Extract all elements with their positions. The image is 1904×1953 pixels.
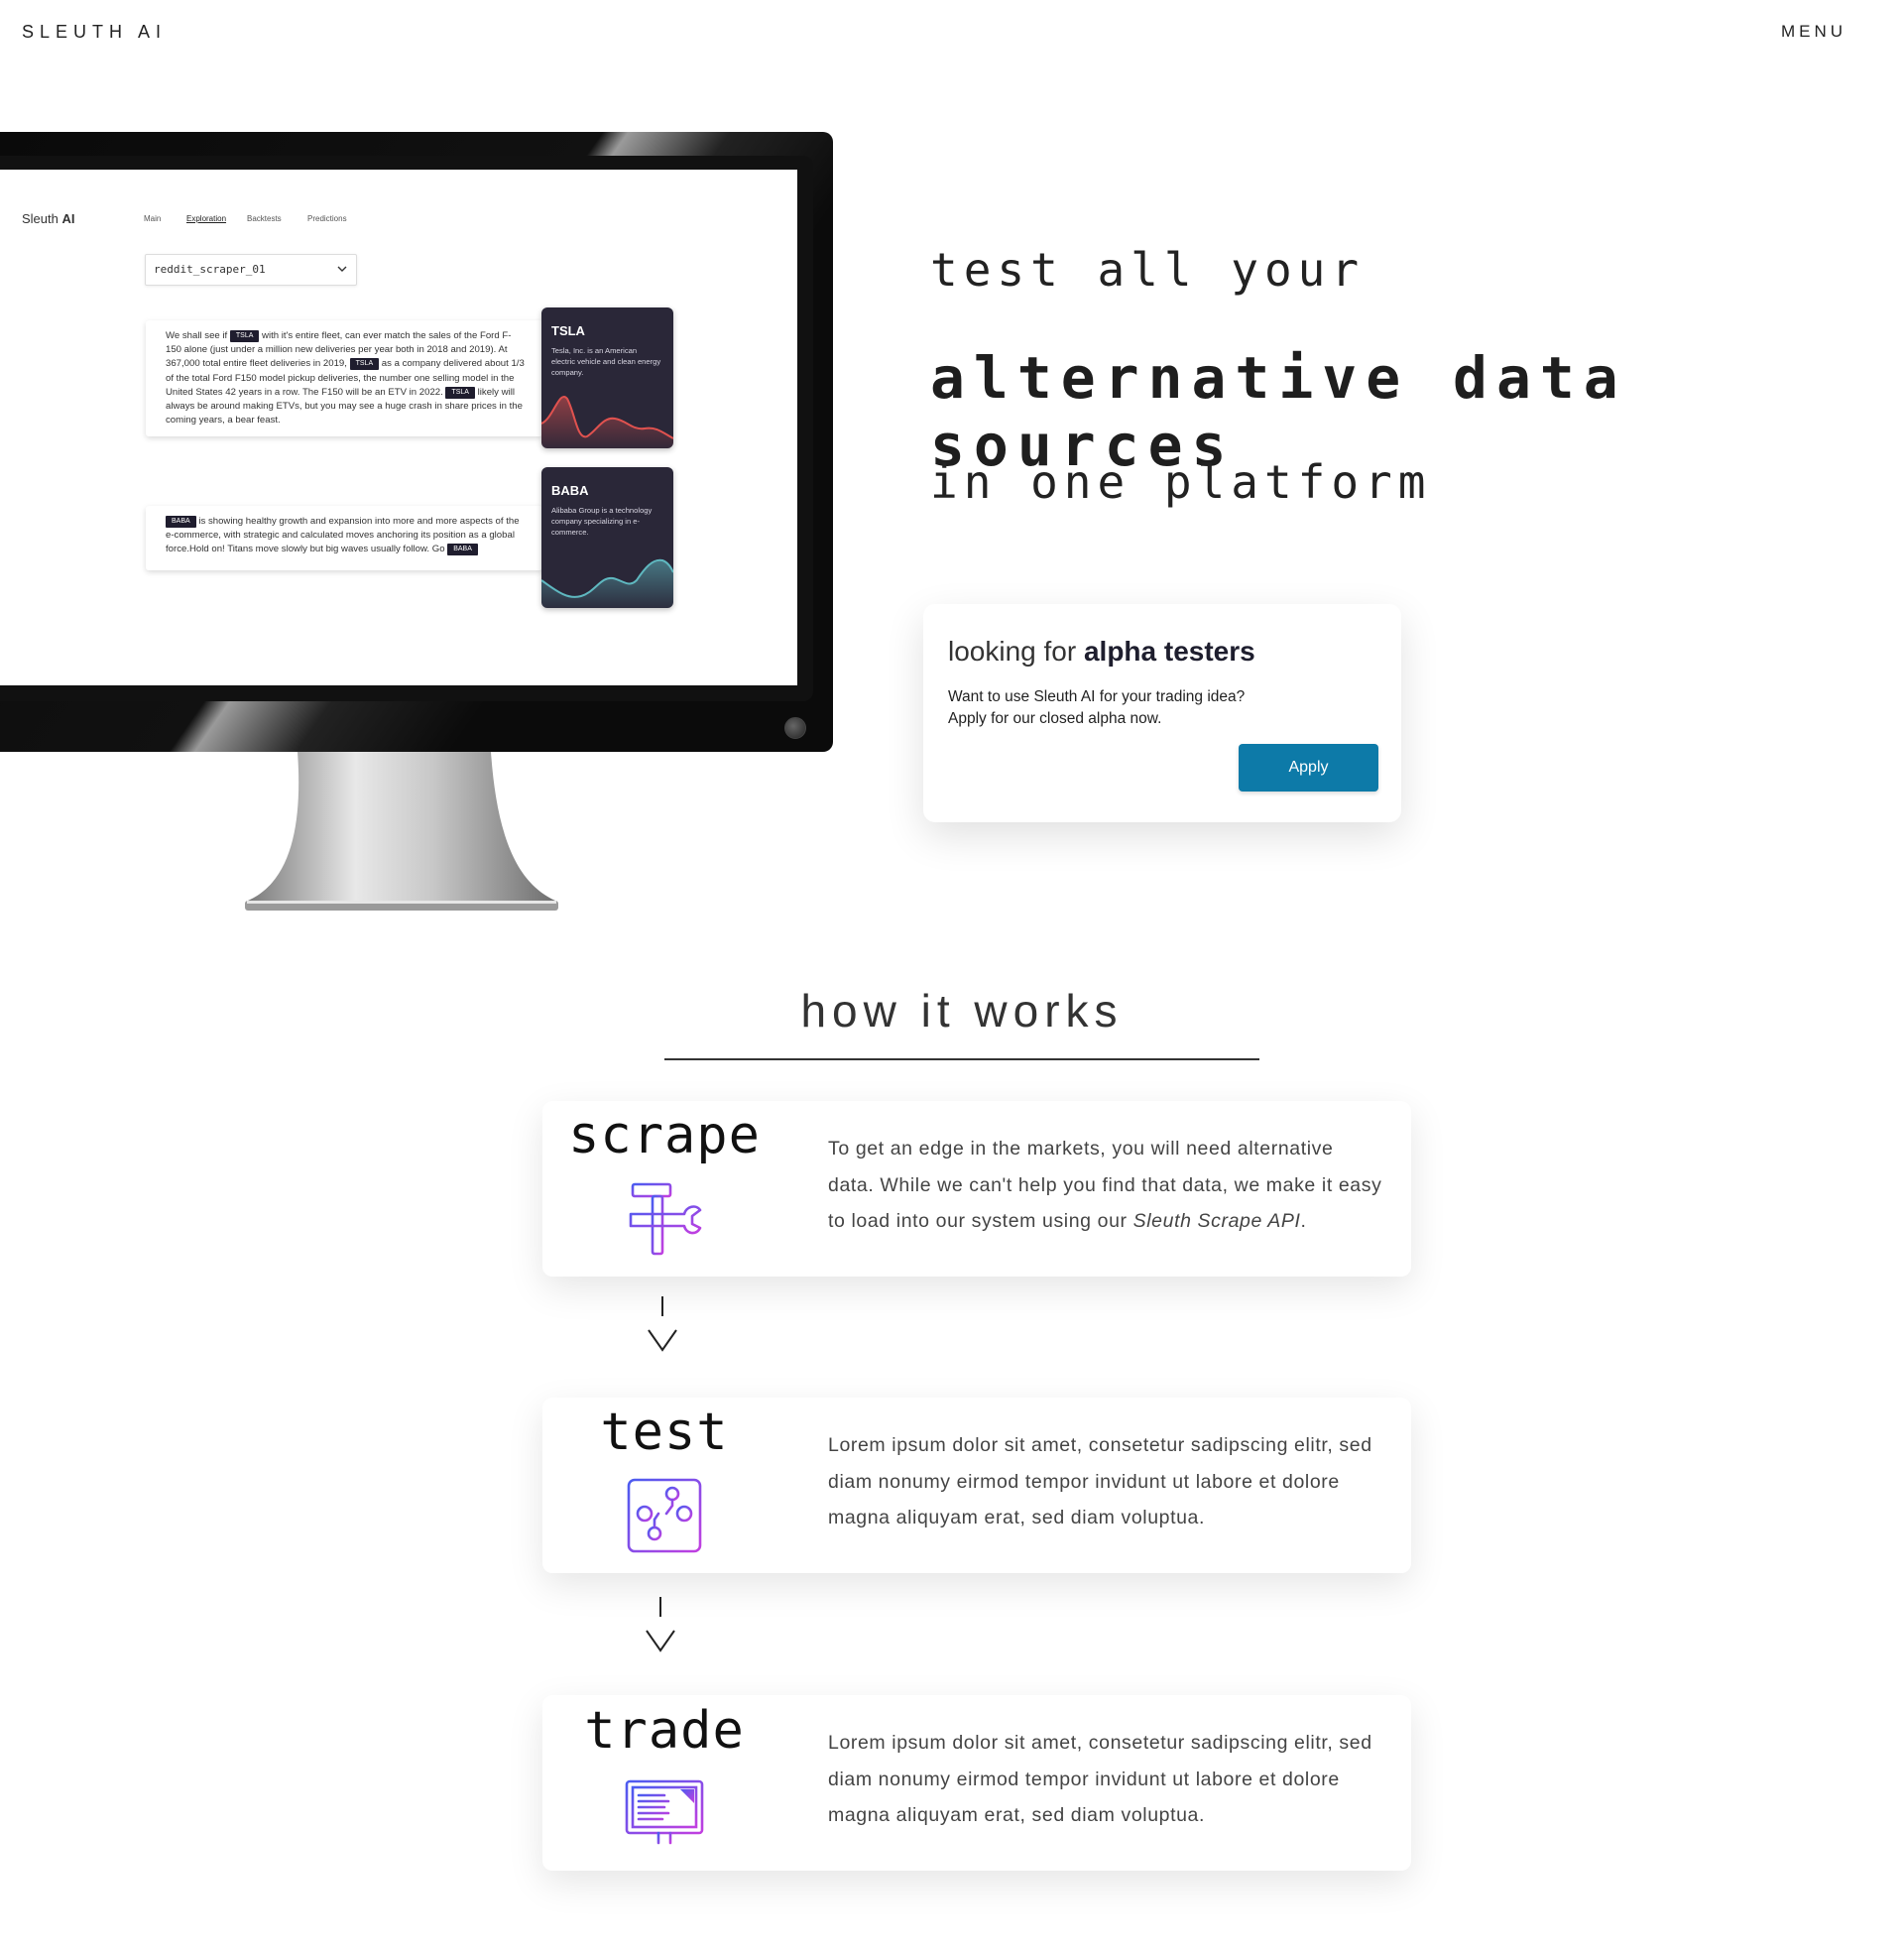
app-logo: Sleuth AI — [22, 211, 75, 226]
section-title: how it works — [800, 985, 1124, 1037]
circuit-icon — [627, 1478, 702, 1553]
alpha-testers-card: looking for alpha testers Want to use Sl… — [923, 604, 1401, 822]
monitor-screen: Sleuth AI Main Exploration Backtests Pre… — [0, 170, 797, 685]
ticker-card-title: TSLA — [551, 323, 585, 338]
sparkline-chart — [541, 395, 673, 448]
ticker-tag[interactable]: BABA — [447, 544, 478, 556]
step-description: Lorem ipsum dolor sit amet, consetetur s… — [828, 1732, 1372, 1826]
monitor-stand — [245, 752, 558, 911]
alpha-card-description: Want to use Sleuth AI for your trading i… — [948, 688, 1246, 727]
ticker-tag[interactable]: TSLA — [445, 386, 475, 399]
dataset-select[interactable]: reddit_scraper_01 — [145, 254, 357, 286]
hero-line-3: in one platform — [930, 455, 1432, 509]
hero-line-1: test all your — [930, 243, 1366, 297]
tab-backtests[interactable]: Backtests — [247, 214, 282, 223]
arrow-down-icon — [646, 1597, 675, 1652]
post-card-baba: BABA is showing healthy growth and expan… — [146, 506, 542, 570]
step-description: Lorem ipsum dolor sit amet, consetetur s… — [828, 1434, 1372, 1528]
arrow-down-icon — [648, 1296, 677, 1352]
tab-exploration[interactable]: Exploration — [186, 214, 226, 223]
step-title: test — [600, 1403, 729, 1462]
tools-icon — [629, 1182, 702, 1256]
step-title: scrape — [568, 1106, 761, 1165]
chevron-down-icon — [337, 266, 347, 272]
ticker-tag[interactable]: BABA — [166, 516, 196, 528]
ticker-card-tsla[interactable]: TSLA Tesla, Inc. is an American electric… — [541, 307, 673, 448]
monitor-icon — [625, 1779, 704, 1849]
ticker-card-desc: Alibaba Group is a technology company sp… — [551, 506, 653, 537]
post-card-tsla: We shall see if TSLA with it's entire fl… — [146, 320, 542, 436]
section-divider — [664, 1058, 1259, 1060]
power-button-icon — [784, 717, 806, 739]
apply-button[interactable]: Apply — [1239, 744, 1378, 792]
tab-main[interactable]: Main — [144, 214, 161, 223]
alpha-card-heading: looking for alpha testers — [948, 636, 1255, 667]
brand-logo[interactable]: SLEUTH AI — [22, 22, 167, 43]
ticker-card-title: BABA — [551, 483, 589, 498]
ticker-card-baba[interactable]: BABA Alibaba Group is a technology compa… — [541, 467, 673, 608]
ticker-card-desc: Tesla, Inc. is an American electric vehi… — [551, 346, 661, 377]
ticker-tag[interactable]: TSLA — [229, 330, 260, 342]
step-description: To get an edge in the markets, you will … — [828, 1138, 1382, 1232]
sparkline-chart — [541, 558, 673, 608]
dataset-select-value: reddit_scraper_01 — [154, 263, 266, 276]
menu-button[interactable]: MENU — [1781, 22, 1846, 42]
tab-predictions[interactable]: Predictions — [307, 214, 347, 223]
step-title: trade — [584, 1701, 745, 1761]
ticker-tag[interactable]: TSLA — [349, 358, 380, 371]
